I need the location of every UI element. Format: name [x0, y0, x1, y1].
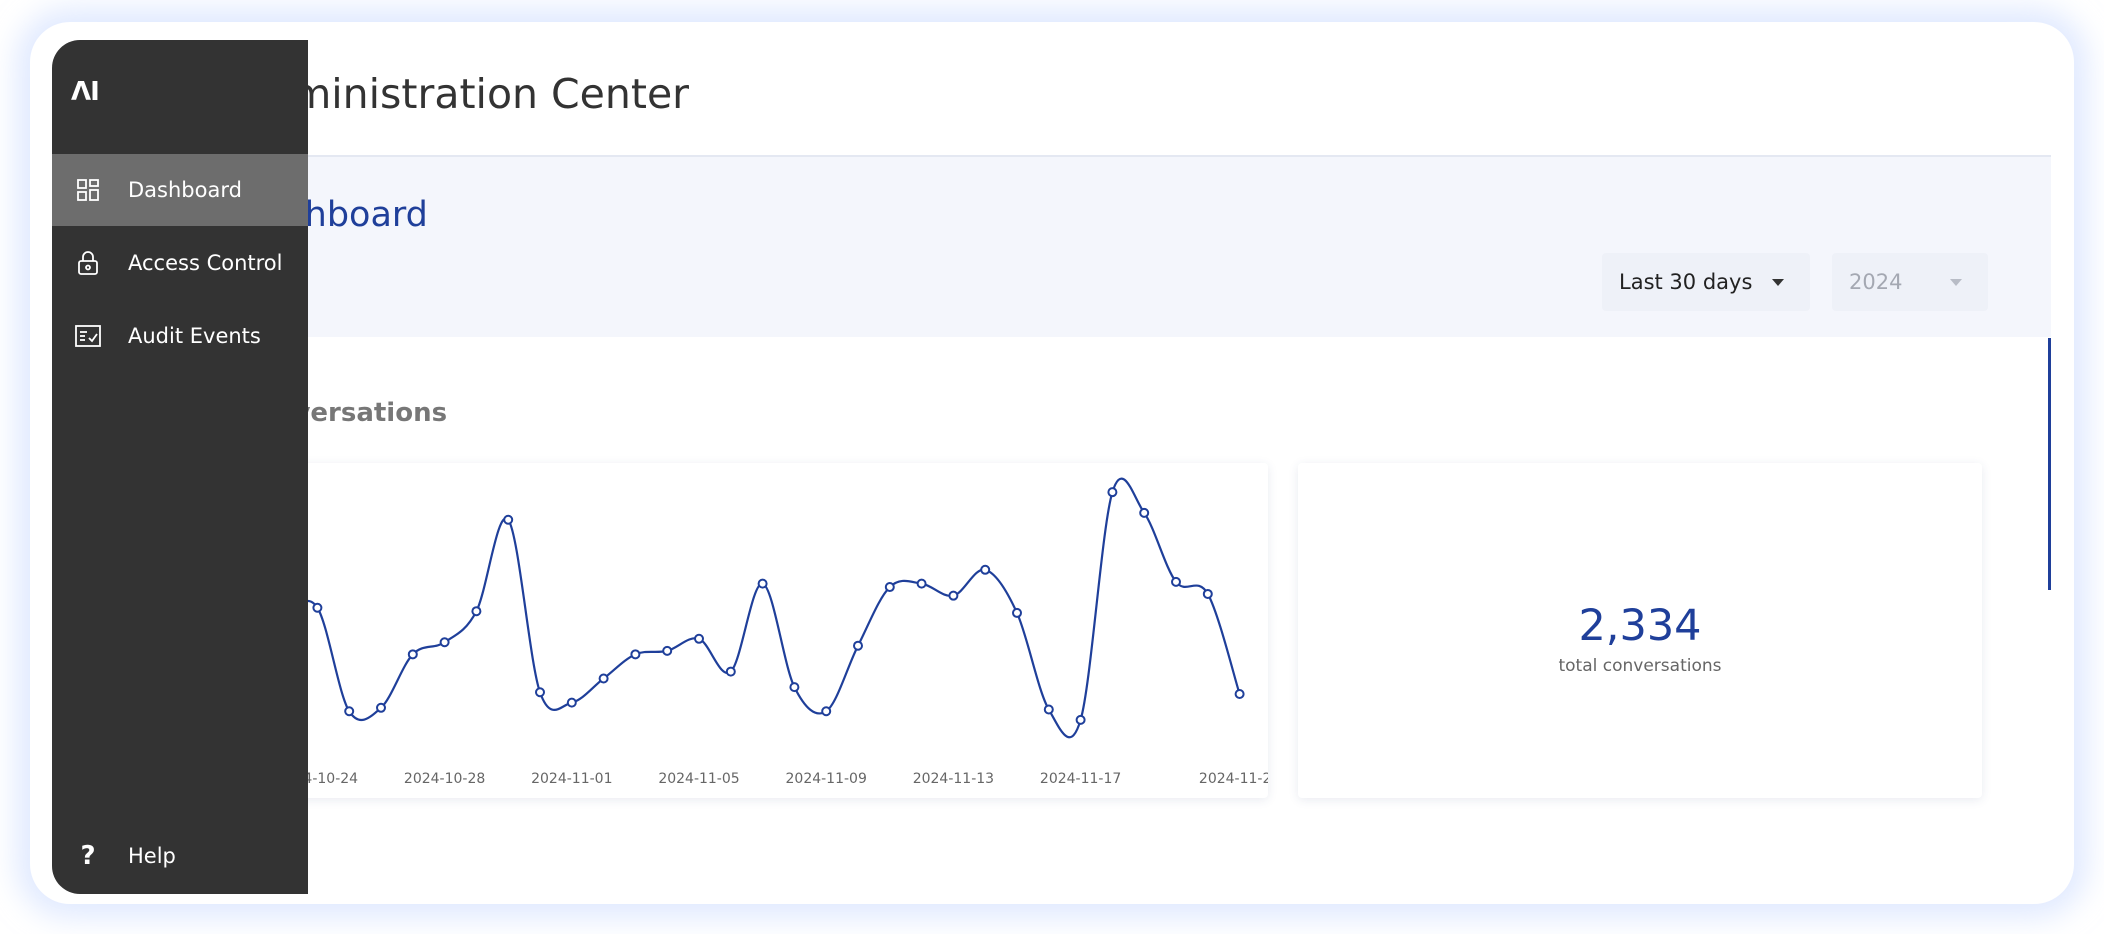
data-point[interactable] [789, 682, 800, 693]
chevron-down-icon [1772, 279, 1784, 286]
app-window: Administration Center Dashboard Last 30 … [52, 40, 2051, 894]
sidebar-item-dashboard[interactable]: Dashboard [52, 154, 308, 226]
app-logo[interactable]: ΛI [71, 77, 100, 107]
data-point[interactable] [1139, 507, 1150, 518]
total-conversations-label: total conversations [1558, 656, 1722, 676]
year-value: 2024 [1849, 270, 1903, 294]
date-range-value: Last 30 days [1619, 270, 1753, 294]
data-point[interactable] [598, 673, 609, 684]
data-point[interactable] [439, 637, 450, 648]
sidebar-item-audit-events[interactable]: Audit Events [52, 300, 308, 372]
data-point[interactable] [694, 633, 704, 644]
sidebar: ΛI Dashboard Access Control Audit Events… [52, 40, 308, 894]
top-header: Administration Center [52, 40, 2051, 157]
x-tick-label: 2024-11-13 [913, 771, 994, 787]
data-point[interactable] [821, 706, 832, 717]
checklist-icon [74, 322, 102, 350]
data-point[interactable] [566, 697, 577, 708]
x-tick-label: 2024-11-17 [1040, 771, 1121, 787]
conversations-line-chart: 2024-10-24 2024-10-28 2024-11-01 2024-11-05… [252, 477, 1268, 787]
data-point[interactable] [1043, 704, 1054, 715]
data-point[interactable] [1202, 588, 1213, 599]
data-point[interactable] [407, 649, 418, 660]
lock-icon [74, 249, 102, 277]
page-banner: Dashboard Last 30 days 2024 [52, 157, 2051, 337]
sidebar-item-access-control[interactable]: Access Control [52, 227, 308, 299]
data-point[interactable] [312, 602, 323, 613]
date-range-select[interactable]: Last 30 days [1602, 253, 1810, 311]
data-point[interactable] [948, 590, 959, 601]
chevron-down-icon [1950, 279, 1962, 286]
total-conversations-card: 2,334 total conversations [1298, 463, 1982, 798]
total-conversations-value: 2,334 [1578, 601, 1702, 651]
data-point[interactable] [1234, 689, 1245, 699]
help-link[interactable]: ? Help [52, 836, 308, 876]
question-icon: ? [80, 841, 96, 871]
data-point[interactable] [503, 514, 514, 525]
conversations-chart-card: 2024-10-24 2024-10-28 2024-11-01 2024-11-05… [252, 463, 1268, 798]
sidebar-item-label: Access Control [128, 251, 283, 275]
data-point[interactable] [1012, 607, 1022, 618]
data-point[interactable] [916, 578, 927, 589]
grid-icon [74, 176, 102, 204]
data-point[interactable] [376, 702, 386, 713]
data-point[interactable] [535, 687, 545, 698]
data-point[interactable] [1075, 714, 1086, 725]
data-point[interactable] [1171, 576, 1181, 587]
sidebar-item-label: Audit Events [128, 324, 261, 348]
x-tick-label: 2024-11-01 [531, 771, 612, 787]
data-point[interactable] [471, 606, 482, 617]
help-label: Help [128, 844, 176, 868]
year-select[interactable]: 2024 [1832, 253, 1988, 311]
data-point[interactable] [884, 582, 895, 593]
sidebar-item-label: Dashboard [128, 178, 242, 202]
x-tick-label: 2024-10-28 [404, 771, 485, 787]
x-tick-label: 2024-11-09 [786, 771, 867, 787]
data-point[interactable] [1107, 487, 1118, 498]
series-line [252, 477, 1241, 739]
data-point[interactable] [725, 666, 736, 677]
x-tick-label: 2024-11-22 [1199, 771, 1268, 787]
data-point[interactable] [757, 578, 768, 589]
data-point[interactable] [630, 649, 641, 660]
data-point[interactable] [344, 706, 355, 717]
scrollbar[interactable] [2048, 338, 2051, 590]
x-tick-label: 2024-11-05 [658, 771, 739, 787]
data-point[interactable] [980, 564, 991, 575]
data-point[interactable] [662, 645, 673, 656]
data-point[interactable] [853, 640, 863, 651]
